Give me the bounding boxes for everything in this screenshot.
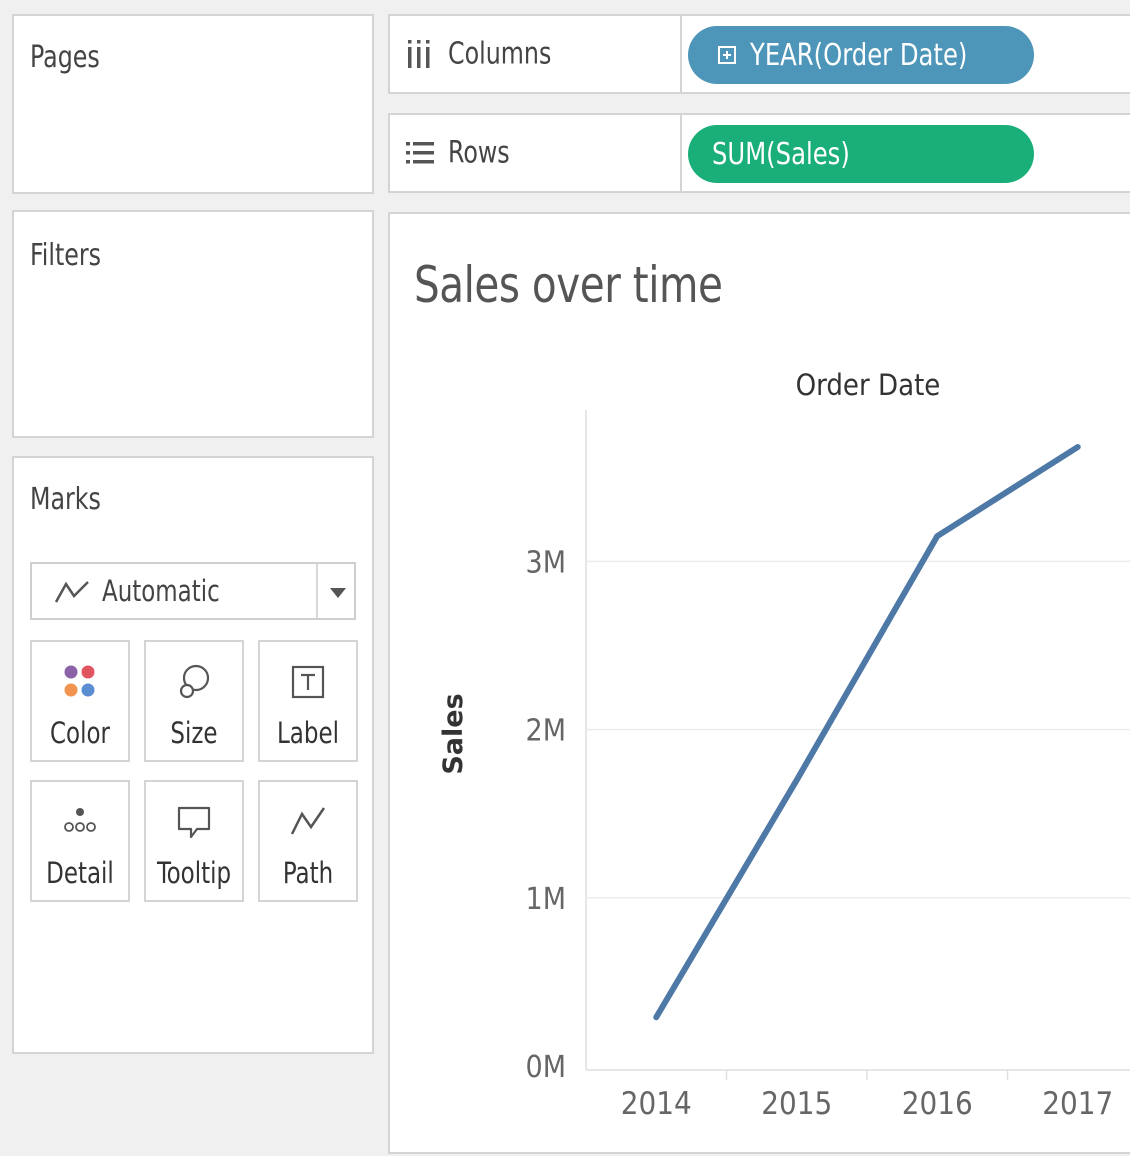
detail-button[interactable]: Detail (30, 780, 130, 902)
sales-line (653, 444, 1081, 1021)
y-tick-label: 0M (526, 1050, 566, 1085)
filters-card[interactable]: Filters (12, 210, 374, 438)
dropdown-divider (316, 564, 318, 618)
columns-pill-label: YEAR(Order Date) (750, 37, 968, 73)
rows-label: Rows (448, 135, 510, 171)
detail-icon (64, 808, 96, 832)
chevron-down-icon[interactable] (330, 588, 346, 598)
filters-title: Filters (30, 238, 102, 273)
marks-card: Marks Automatic Color Size Label Detail … (12, 456, 374, 1054)
marks-title: Marks (30, 482, 101, 517)
x-axis-title: Order Date (796, 368, 941, 402)
expand-icon[interactable] (718, 46, 736, 64)
mark-type-dropdown[interactable]: Automatic (30, 562, 356, 620)
year-order-date-pill[interactable]: YEAR(Order Date) (688, 26, 1034, 84)
x-tick-label: 2017 (1042, 1086, 1113, 1122)
tooltip-icon (177, 806, 211, 839)
rows-icon (406, 142, 434, 164)
path-button[interactable]: Path (258, 780, 358, 902)
y-axis-title: Sales (438, 693, 469, 774)
path-icon (290, 807, 326, 835)
columns-shelf-label-area: Columns (390, 16, 682, 92)
x-tick-label: 2016 (902, 1086, 973, 1122)
label-icon (291, 665, 325, 699)
path-label: Path (282, 856, 334, 890)
color-icon (64, 665, 95, 697)
mark-type-label: Automatic (102, 574, 220, 608)
size-button[interactable]: Size (144, 640, 244, 762)
sum-sales-pill[interactable]: SUM(Sales) (688, 125, 1034, 183)
detail-label: Detail (46, 856, 114, 890)
columns-shelf[interactable]: Columns YEAR(Order Date) (388, 14, 1130, 94)
y-tick-label: 3M (526, 545, 566, 580)
y-tick-label: 1M (526, 882, 566, 917)
pages-title: Pages (30, 40, 100, 75)
view-panel: Sales over time 0M 1M 2M 3M 2014 2015 2016 2017… (388, 212, 1130, 1154)
color-label: Color (50, 716, 110, 750)
tooltip-label: Tooltip (156, 856, 232, 890)
tooltip-button[interactable]: Tooltip (144, 780, 244, 902)
rows-shelf[interactable]: Rows SUM(Sales) (388, 113, 1130, 193)
line-chart: 0M 1M 2M 3M 2014 2015 2016 2017 Order Date Sales (438, 368, 1130, 1122)
label-label: Label (277, 716, 339, 750)
x-tick-label: 2015 (761, 1086, 832, 1122)
rows-shelf-label-area: Rows (390, 115, 682, 191)
size-icon (179, 664, 210, 699)
columns-label: Columns (448, 36, 552, 72)
y-tick-label: 2M (526, 714, 566, 749)
label-button[interactable]: Label (258, 640, 358, 762)
color-button[interactable]: Color (30, 640, 130, 762)
columns-icon (408, 40, 430, 68)
line-mark-icon (54, 581, 89, 603)
rows-pill-label: SUM(Sales) (712, 136, 850, 172)
x-tick-label: 2014 (621, 1086, 692, 1122)
size-label: Size (170, 716, 218, 750)
pages-card[interactable]: Pages (12, 14, 374, 194)
